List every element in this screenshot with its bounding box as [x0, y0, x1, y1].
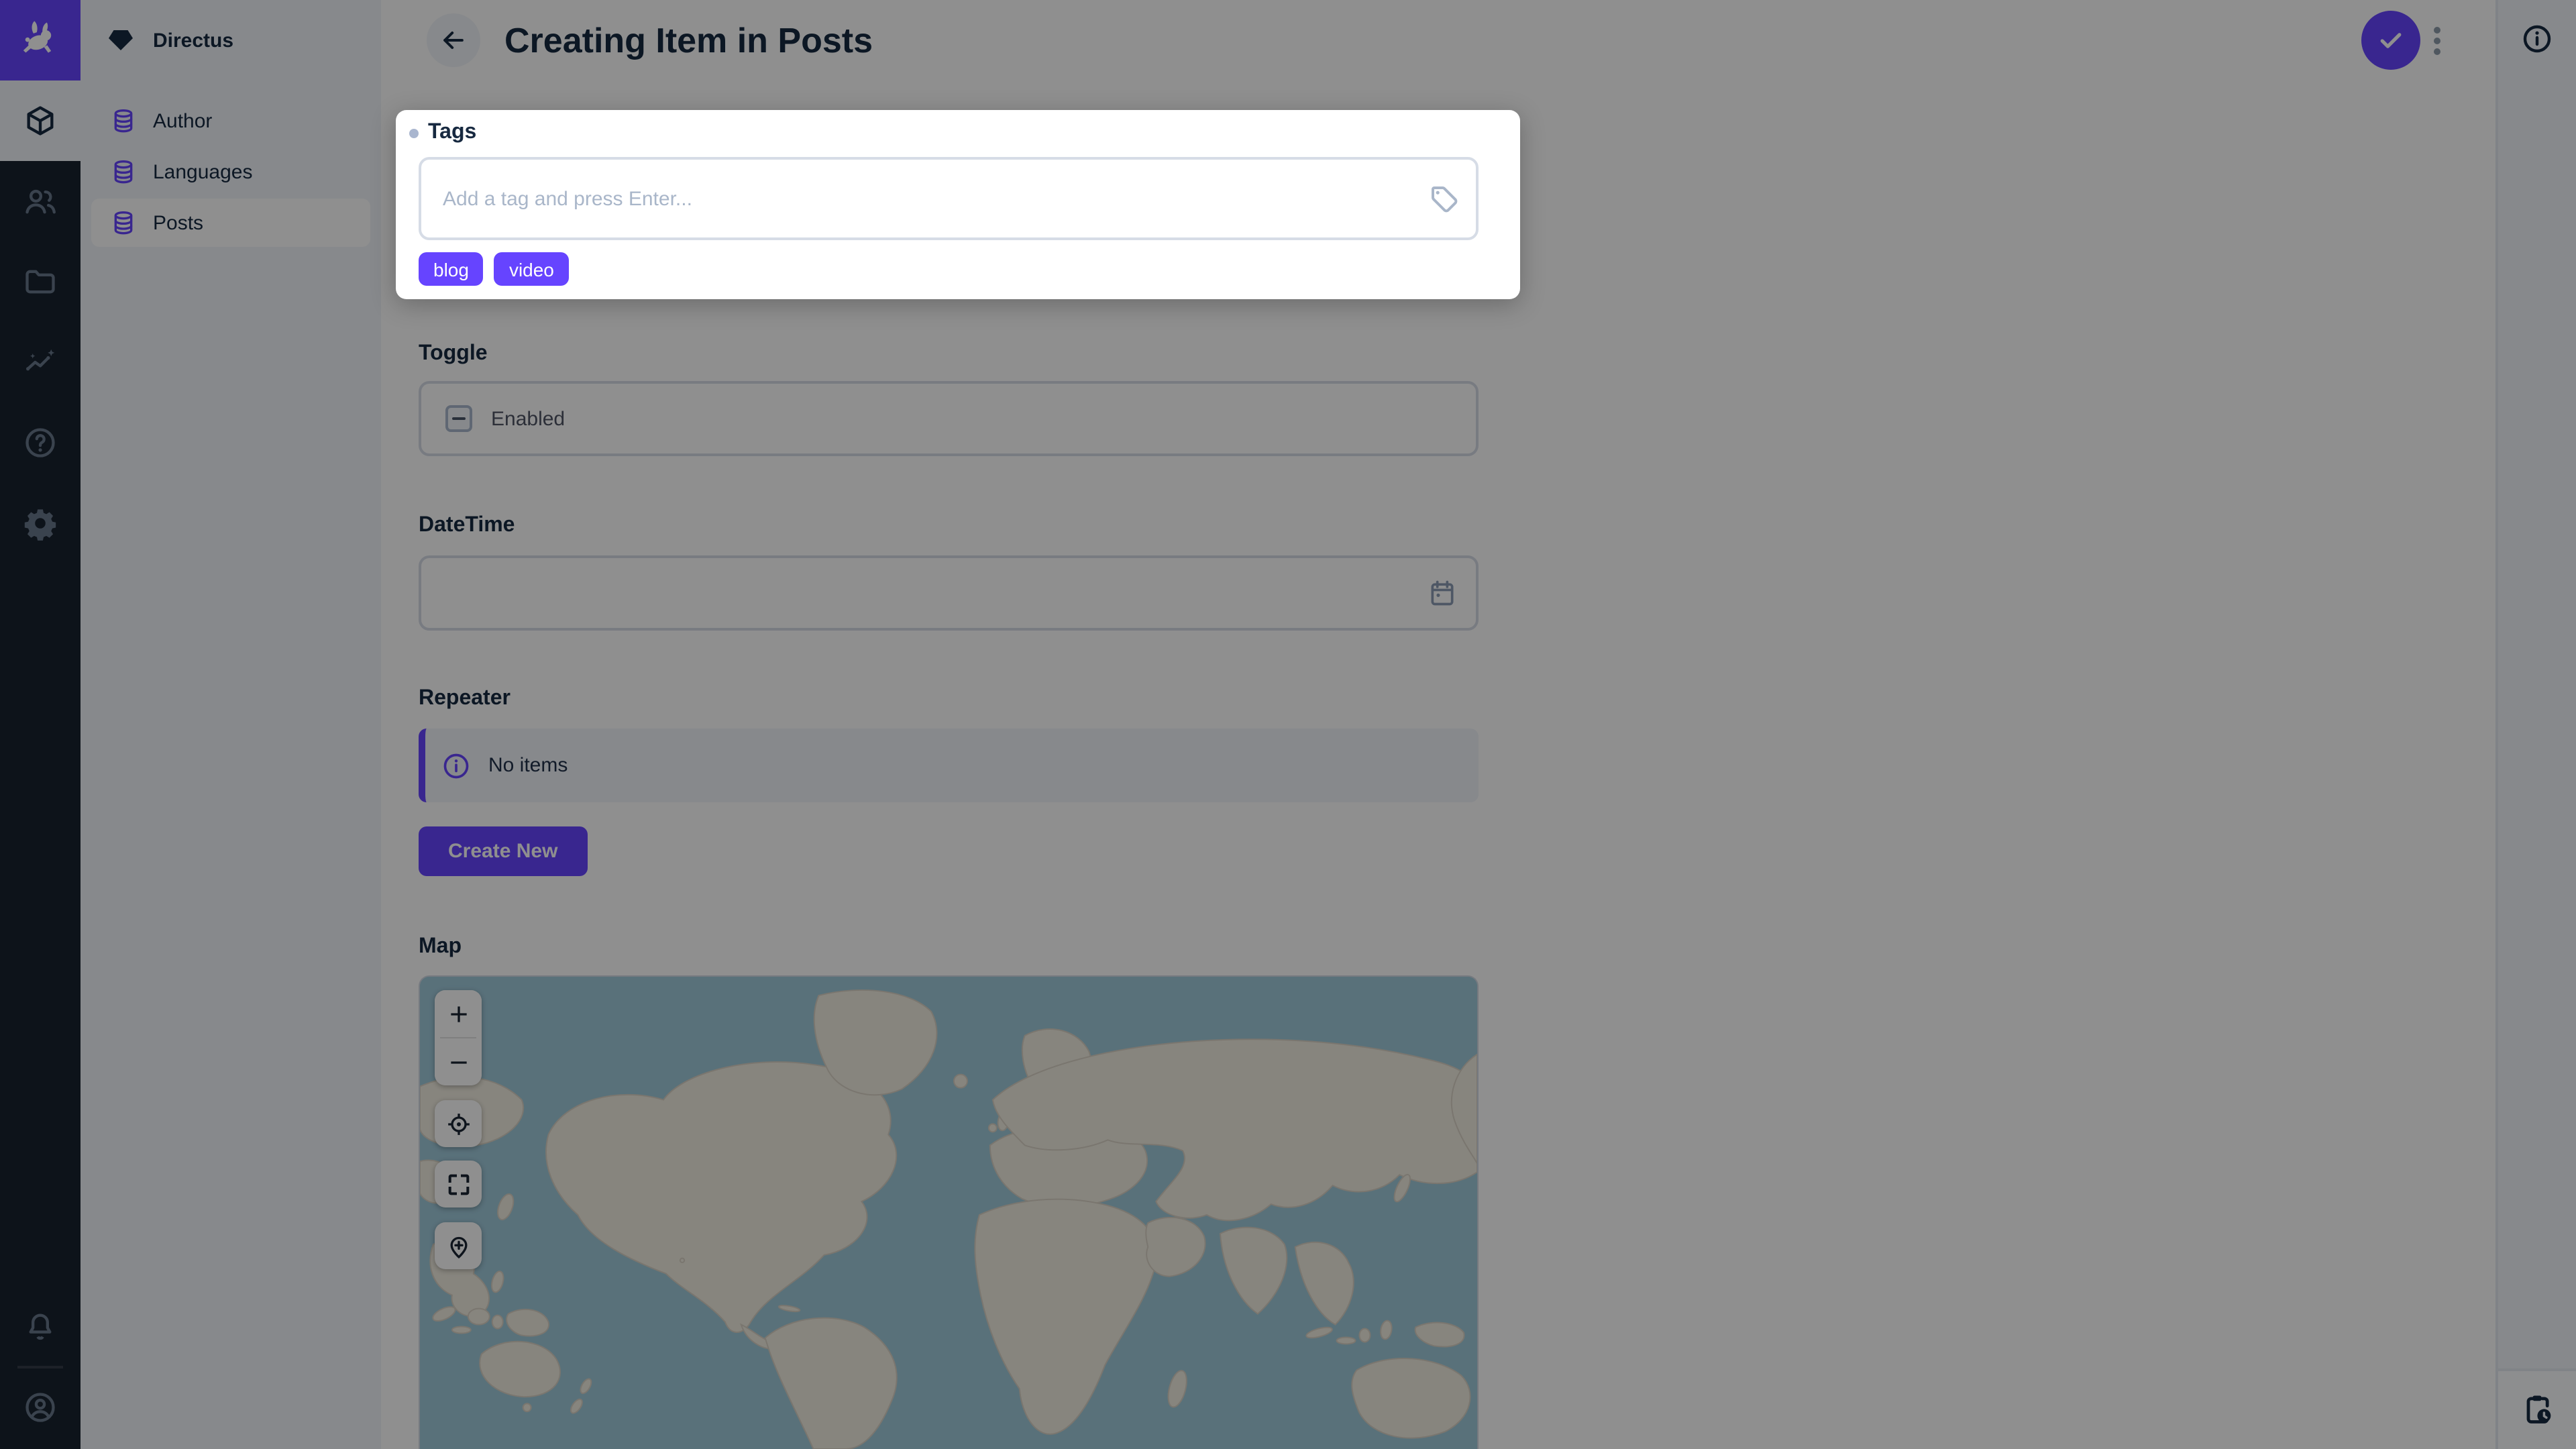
tag-icon[interactable]	[1428, 182, 1460, 215]
tags-field-header: Tags	[409, 121, 476, 145]
tag-chip[interactable]: blog	[419, 252, 484, 286]
tags-field-card: Tags blog video	[396, 110, 1520, 299]
tags-input[interactable]	[419, 157, 1479, 240]
app-window: Creating Item in Posts Toggle Enabled Da…	[0, 0, 2576, 1449]
edited-dot-icon	[409, 128, 419, 138]
tag-chip[interactable]: video	[494, 252, 569, 286]
tags-input-wrap	[419, 157, 1479, 240]
tag-chip-list: blog video	[419, 252, 569, 286]
tags-field-label: Tags	[428, 121, 476, 145]
